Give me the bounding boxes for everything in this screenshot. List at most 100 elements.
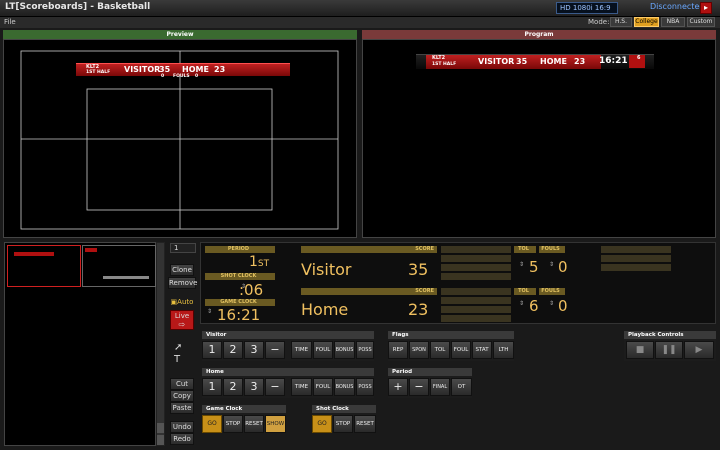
- thumbnail-page-2[interactable]: [82, 245, 156, 287]
- visitor-tol-stepper-icon[interactable]: ⇕: [519, 261, 524, 268]
- live-label: Live: [174, 312, 190, 320]
- mode-hs-button[interactable]: H.S.: [610, 17, 632, 27]
- home-tol[interactable]: 6: [529, 297, 539, 315]
- home-poss-button[interactable]: POSS: [356, 378, 374, 396]
- menu-file[interactable]: File: [4, 18, 16, 26]
- visitor-name[interactable]: Visitor: [301, 260, 351, 279]
- dim-stat-label: [601, 255, 671, 262]
- game-clock-stop-button[interactable]: STOP: [223, 415, 243, 433]
- flag-tol-button[interactable]: TOL: [430, 341, 450, 359]
- visitor-fouls-stepper-icon[interactable]: ⇕: [549, 261, 554, 268]
- shot-clock-stepper-icon[interactable]: ⇕: [241, 283, 246, 290]
- dim-stat-label: [441, 255, 511, 262]
- home-add-2-button[interactable]: 2: [223, 378, 243, 396]
- flag-stat-button[interactable]: STAT: [472, 341, 492, 359]
- flag-lth-button[interactable]: LTH: [493, 341, 514, 359]
- undo-button[interactable]: Undo: [170, 421, 194, 433]
- home-fouls-stepper-icon[interactable]: ⇕: [549, 300, 554, 307]
- thumbnail-page-1[interactable]: [7, 245, 81, 287]
- visitor-time-button[interactable]: TIME: [291, 341, 312, 359]
- visitor-fouls[interactable]: 0: [558, 258, 568, 276]
- preview-screen[interactable]: KLT2 1ST HALF VISITOR 35 HOME 23 0 FOULS…: [3, 39, 357, 238]
- page-sidebar: 1 Clone Remove ▣Auto Live ⇨ ➚ T Cut Copy …: [168, 242, 198, 450]
- home-tol-stepper-icon[interactable]: ⇕: [519, 300, 524, 307]
- shot-clock-go-button[interactable]: GO: [312, 415, 332, 433]
- visitor-foul-button[interactable]: FOUL: [313, 341, 333, 359]
- dim-stat-label: [441, 246, 511, 253]
- page-number-field[interactable]: 1: [170, 243, 196, 253]
- visitor-bonus-button[interactable]: BONUS: [334, 341, 355, 359]
- live-button[interactable]: Live ⇨: [170, 310, 194, 330]
- bug-visitor: VISITOR: [124, 65, 161, 74]
- stop-icon[interactable]: ■: [626, 341, 654, 359]
- period-controls: Period + − FINAL OT: [388, 368, 472, 398]
- flags-controls: Flags REP SPON TOL FOUL STAT LTH: [388, 331, 514, 361]
- flag-spon-button[interactable]: SPON: [409, 341, 429, 359]
- visitor-score-label: SCORE: [301, 246, 437, 253]
- game-clock-label: GAME CLOCK: [205, 299, 275, 306]
- home-fouls[interactable]: 0: [558, 297, 568, 315]
- visitor-add-2-button[interactable]: 2: [223, 341, 243, 359]
- video-format-display[interactable]: HD 1080i 16:9: [556, 2, 618, 14]
- shot-clock-controls-label: Shot Clock: [312, 405, 376, 413]
- mode-nba-button[interactable]: NBA: [661, 17, 685, 27]
- period-decrement-button[interactable]: −: [409, 378, 429, 396]
- home-name[interactable]: Home: [301, 300, 348, 319]
- scroll-down-icon[interactable]: [157, 435, 164, 445]
- game-clock-value[interactable]: 16:21: [217, 306, 260, 324]
- remove-button[interactable]: Remove: [168, 277, 197, 289]
- visitor-add-1-button[interactable]: 1: [202, 341, 222, 359]
- period-increment-button[interactable]: +: [388, 378, 408, 396]
- bug-visitor-score: 35: [516, 57, 528, 66]
- thumbnail-scrollbar[interactable]: [156, 242, 165, 446]
- playback-controls: Playback Controls ■ ❚❚ ▶: [624, 331, 716, 361]
- game-clock-go-button[interactable]: GO: [202, 415, 222, 433]
- shot-clock-controls: Shot Clock GO STOP RESET: [312, 405, 376, 433]
- program-header: Program: [362, 30, 716, 39]
- period-final-button[interactable]: FINAL: [430, 378, 450, 396]
- flag-rep-button[interactable]: REP: [388, 341, 408, 359]
- visitor-add-3-button[interactable]: 3: [244, 341, 264, 359]
- clone-button[interactable]: Clone: [170, 264, 194, 276]
- play-icon[interactable]: ▶: [684, 341, 714, 359]
- cut-button[interactable]: Cut: [170, 378, 194, 390]
- bug-home-score: 23: [214, 65, 226, 74]
- flag-foul-button[interactable]: FOUL: [451, 341, 471, 359]
- home-subtract-button[interactable]: −: [265, 378, 285, 396]
- paste-button[interactable]: Paste: [170, 402, 194, 414]
- period-ot-button[interactable]: OT: [451, 378, 472, 396]
- redo-button[interactable]: Redo: [170, 433, 194, 445]
- auto-toggle[interactable]: ▣Auto: [170, 297, 194, 309]
- mode-custom-button[interactable]: Custom: [687, 17, 715, 27]
- text-tool-icon[interactable]: T: [174, 354, 180, 365]
- thumb-bug: [85, 248, 97, 252]
- page-thumbnails[interactable]: [4, 242, 156, 446]
- home-score[interactable]: 23: [408, 300, 428, 319]
- shot-clock-reset-button[interactable]: RESET: [354, 415, 376, 433]
- disconnect-icon[interactable]: ▸: [700, 2, 712, 14]
- game-clock-reset-button[interactable]: RESET: [244, 415, 264, 433]
- home-add-1-button[interactable]: 1: [202, 378, 222, 396]
- pause-icon[interactable]: ❚❚: [655, 341, 683, 359]
- visitor-poss-button[interactable]: POSS: [356, 341, 374, 359]
- visitor-tol[interactable]: 5: [529, 258, 539, 276]
- period-suffix: ST: [257, 259, 270, 269]
- period-controls-label: Period: [388, 368, 472, 376]
- home-bonus-button[interactable]: BONUS: [334, 378, 355, 396]
- home-fouls-label: FOULS: [539, 288, 565, 295]
- copy-button[interactable]: Copy: [170, 390, 194, 402]
- home-tol-label: TOL: [514, 288, 536, 295]
- dim-stat-label: [601, 246, 671, 253]
- home-foul-button[interactable]: FOUL: [313, 378, 333, 396]
- home-time-button[interactable]: TIME: [291, 378, 312, 396]
- pointer-tool-icon[interactable]: ➚: [174, 342, 182, 353]
- visitor-score[interactable]: 35: [408, 260, 428, 279]
- visitor-subtract-button[interactable]: −: [265, 341, 285, 359]
- scroll-up-icon[interactable]: [157, 423, 164, 433]
- mode-college-button[interactable]: College: [634, 17, 659, 27]
- game-clock-show-button[interactable]: SHOW: [265, 415, 286, 433]
- period-value[interactable]: 1ST: [249, 254, 269, 270]
- home-add-3-button[interactable]: 3: [244, 378, 264, 396]
- shot-clock-stop-button[interactable]: STOP: [333, 415, 353, 433]
- game-clock-stepper-icon[interactable]: ⇕: [207, 308, 212, 315]
